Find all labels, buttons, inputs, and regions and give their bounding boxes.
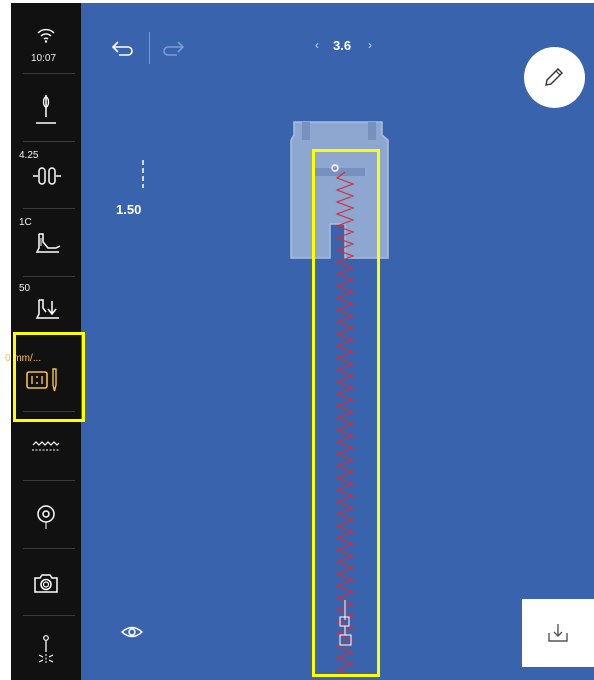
thread-tension-value: 4.25 bbox=[19, 150, 39, 161]
sidebar-item-status[interactable]: 10:07 bbox=[11, 3, 81, 71]
save-button[interactable] bbox=[522, 599, 594, 667]
app-frame: 10:07 4.25 1C 50 0 mm/... ‹ 3.6 › 1.50 bbox=[0, 0, 594, 680]
sidebar-item-stitch-pattern[interactable] bbox=[11, 415, 81, 477]
foot-pressure-value: 50 bbox=[19, 283, 31, 294]
undo-icon[interactable] bbox=[110, 38, 136, 58]
sidebar-item-bobbin[interactable] bbox=[11, 484, 81, 546]
sidebar-item-thread-tension[interactable]: 4.25 bbox=[11, 145, 81, 207]
scale-marker bbox=[142, 160, 144, 188]
redo-icon[interactable] bbox=[160, 38, 186, 58]
download-icon bbox=[548, 624, 568, 642]
eye-icon[interactable] bbox=[120, 623, 144, 641]
needle-stop-icon bbox=[38, 635, 54, 664]
presser-foot-icon bbox=[35, 233, 61, 253]
camera-icon bbox=[34, 574, 58, 593]
sidebar-item-needle-stop[interactable] bbox=[11, 618, 81, 680]
sidebar-item-presser-foot[interactable]: 1C bbox=[11, 212, 81, 274]
presser-foot-value: 1C bbox=[19, 217, 32, 228]
bobbin-icon bbox=[37, 505, 55, 529]
scale-value: 1.50 bbox=[116, 202, 142, 217]
thread-tension-icon bbox=[33, 167, 61, 185]
stitch-pattern-icon bbox=[32, 441, 60, 451]
wifi-icon bbox=[37, 28, 55, 43]
sidebar-item-foot-pressure[interactable]: 50 bbox=[11, 279, 81, 339]
sidebar-highlight-box bbox=[13, 332, 85, 422]
pencil-icon bbox=[545, 68, 563, 86]
needle-icon bbox=[36, 95, 56, 124]
status-time: 10:07 bbox=[31, 53, 57, 64]
sidebar-item-needle[interactable] bbox=[11, 75, 81, 141]
edit-button[interactable] bbox=[524, 47, 585, 108]
toolbar-divider bbox=[149, 32, 150, 64]
foot-pressure-icon bbox=[35, 299, 59, 319]
sidebar-item-camera[interactable] bbox=[11, 552, 81, 614]
stitch-highlight-box bbox=[312, 149, 380, 677]
